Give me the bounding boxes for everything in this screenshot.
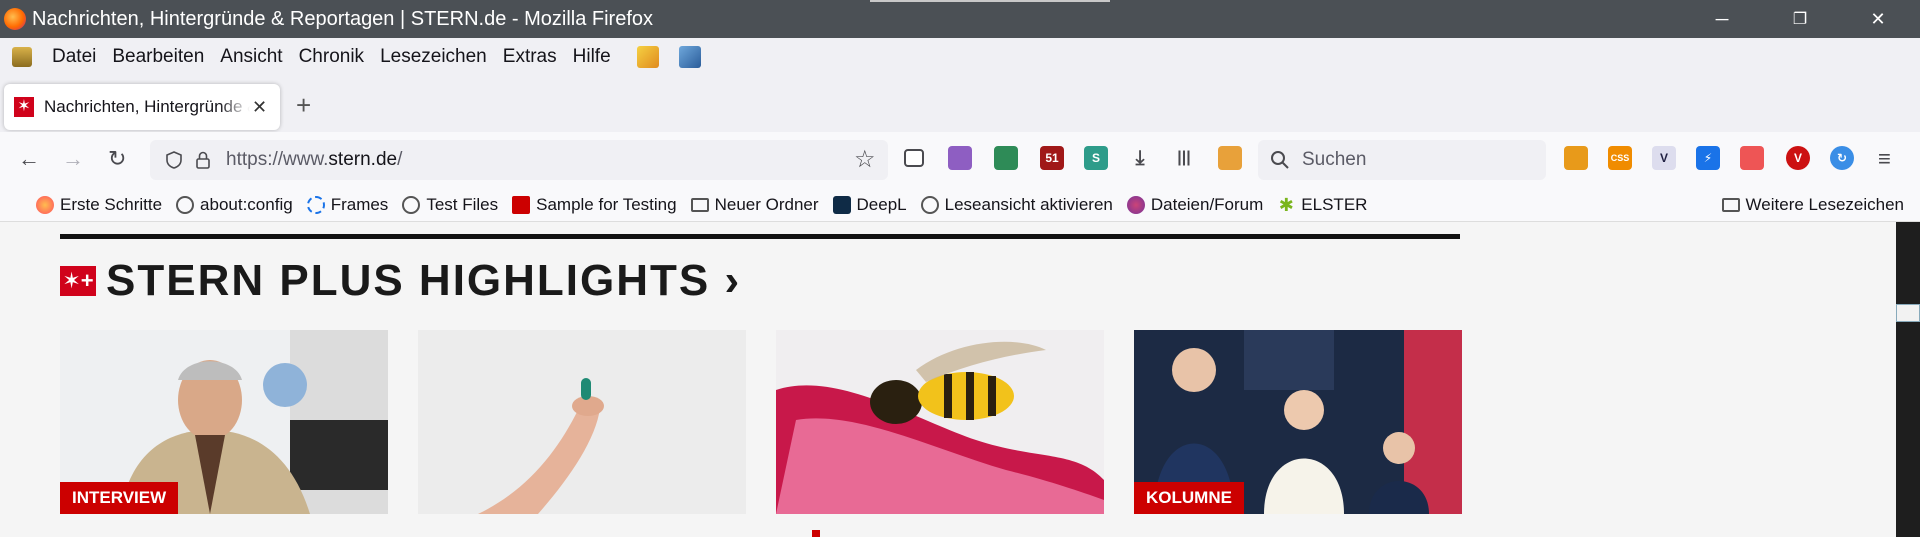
ublock-badge: 51 (1045, 151, 1059, 165)
firefox-icon (4, 8, 26, 30)
article-card-kolumne[interactable]: KOLUMNE (1134, 330, 1462, 514)
sync-extension-icon[interactable]: ↻ (1830, 146, 1854, 170)
scrollbar-thumb[interactable] (1896, 304, 1920, 322)
page-content: ✶+ STERN PLUS HIGHLIGHTS › INTERVIEW KOL… (0, 222, 1920, 537)
article-image-pill (418, 330, 746, 514)
article-card-pill[interactable] (418, 330, 746, 514)
article-image-wasp (776, 330, 1104, 514)
bookmark-about-config[interactable]: about:config (176, 195, 293, 215)
tab-label: Nachrichten, Hintergründe & Reportagen (44, 97, 250, 116)
magnifier-extension-icon[interactable] (1564, 146, 1588, 170)
stern-plus-logo: ✶+ (60, 266, 96, 296)
screenshot-extension-icon[interactable] (1740, 146, 1764, 170)
bookmark-deepl[interactable]: DeepL (832, 195, 907, 215)
notepad-extension-icon[interactable] (636, 46, 659, 68)
menu-hilfe[interactable]: Hilfe (573, 46, 611, 68)
bookmark-star-icon[interactable]: ☆ (854, 145, 876, 174)
download-icon[interactable]: ⤓ (1128, 146, 1152, 170)
s-extension-icon[interactable]: S (1084, 146, 1108, 170)
firefox-bookmark-icon (36, 195, 54, 214)
deepl-icon (832, 195, 851, 214)
folder-icon (1721, 198, 1740, 212)
new-tab-button[interactable]: + (296, 90, 311, 121)
bookmark-frames[interactable]: Frames (306, 195, 388, 215)
category-badge: KOLUMNE (1134, 482, 1244, 514)
check-extension-icon[interactable] (678, 46, 701, 68)
bookmark-leseansicht[interactable]: Leseansicht aktivieren (920, 195, 1113, 215)
menu-ansicht[interactable]: Ansicht (220, 46, 282, 68)
bookmark-dateien-forum[interactable]: Dateien/Forum (1126, 195, 1263, 215)
search-box[interactable]: Suchen (1258, 140, 1546, 180)
reader-view-icon[interactable] (904, 149, 924, 167)
stern-favicon-icon: ✶ (14, 97, 34, 117)
side-panel-strip (1896, 222, 1920, 537)
back-button[interactable]: ← (18, 146, 40, 172)
bookmark-test-files[interactable]: Test Files (402, 195, 498, 215)
app-menu-icon[interactable] (12, 47, 32, 67)
tab-groups-icon[interactable] (948, 146, 972, 170)
menu-bearbeiten[interactable]: Bearbeiten (112, 46, 204, 68)
globe-icon (402, 195, 421, 214)
menu-extras[interactable]: Extras (503, 46, 557, 68)
lock-icon[interactable] (194, 150, 212, 170)
window-titlebar: Nachrichten, Hintergründe & Reportagen |… (0, 0, 1920, 38)
address-bar[interactable]: https://www.stern.de/ ☆ (150, 140, 888, 180)
bolt-extension-icon[interactable]: ⚡ (1696, 146, 1720, 170)
drag-indicator (870, 0, 1110, 2)
gear-icon (176, 195, 195, 214)
menu-bar: Datei Bearbeiten Ansicht Chronik Lesezei… (0, 38, 1920, 76)
bookmarks-toolbar: Erste Schritte about:config Frames Test … (0, 188, 1920, 222)
bookmark-elster[interactable]: ✱ ELSTER (1277, 194, 1368, 215)
vivaldi-extension-icon[interactable]: V (1786, 146, 1810, 170)
ublock-icon[interactable]: 51 (1040, 146, 1064, 170)
v-extension-icon[interactable]: V (1652, 146, 1676, 170)
url-text: https://www.stern.de/ (226, 149, 403, 170)
menu-lesezeichen[interactable]: Lesezeichen (380, 46, 487, 68)
bookmark-neuer-ordner[interactable]: Neuer Ordner (690, 195, 819, 215)
reload-button[interactable]: ↻ (108, 146, 126, 172)
restore-button[interactable]: ❐ (1768, 0, 1832, 38)
search-icon (1271, 151, 1289, 169)
close-window-button[interactable]: ✕ (1846, 0, 1910, 38)
section-divider (60, 234, 1460, 239)
calendar-extension-icon[interactable] (1218, 146, 1242, 170)
article-card-wasp[interactable] (776, 330, 1104, 514)
section-title[interactable]: STERN PLUS HIGHLIGHTS › (106, 256, 741, 306)
elster-star-icon: ✱ (1278, 194, 1294, 215)
navigation-toolbar: ← → ↻ https://www.stern.de/ ☆ 51 S ⤓ |||… (0, 132, 1920, 188)
minimize-button[interactable]: ─ (1690, 0, 1754, 38)
window-title: Nachrichten, Hintergründe & Reportagen |… (32, 7, 654, 30)
other-bookmarks[interactable]: Weitere Lesezeichen (1721, 195, 1904, 215)
shield-icon[interactable] (164, 150, 184, 170)
checkmark-extension-icon[interactable] (994, 146, 1018, 170)
forum-icon (1126, 195, 1145, 214)
globe-icon (920, 195, 939, 214)
tab-bar: ✶ Nachrichten, Hintergründe & Reportagen… (0, 76, 1920, 132)
partial-element (812, 530, 820, 537)
search-placeholder: Suchen (1302, 149, 1367, 170)
tab-stern[interactable]: ✶ Nachrichten, Hintergründe & Reportagen… (4, 84, 280, 130)
bookmark-sample-for-testing[interactable]: Sample for Testing (512, 195, 677, 215)
bookmark-erste-schritte[interactable]: Erste Schritte (36, 195, 162, 215)
frames-icon (306, 195, 325, 214)
folder-icon (690, 197, 709, 212)
tab-close-icon[interactable]: ✕ (252, 97, 267, 118)
menu-chronik[interactable]: Chronik (299, 46, 364, 68)
category-badge: INTERVIEW (60, 482, 179, 514)
hamburger-menu-button[interactable]: ≡ (1878, 146, 1891, 172)
forward-button[interactable]: → (62, 146, 84, 172)
lc-icon (512, 195, 531, 214)
menu-datei[interactable]: Datei (52, 46, 96, 68)
css-extension-icon[interactable]: CSS (1608, 146, 1632, 170)
article-card-interview[interactable]: INTERVIEW (60, 330, 388, 514)
library-icon[interactable]: ||| (1172, 146, 1196, 170)
